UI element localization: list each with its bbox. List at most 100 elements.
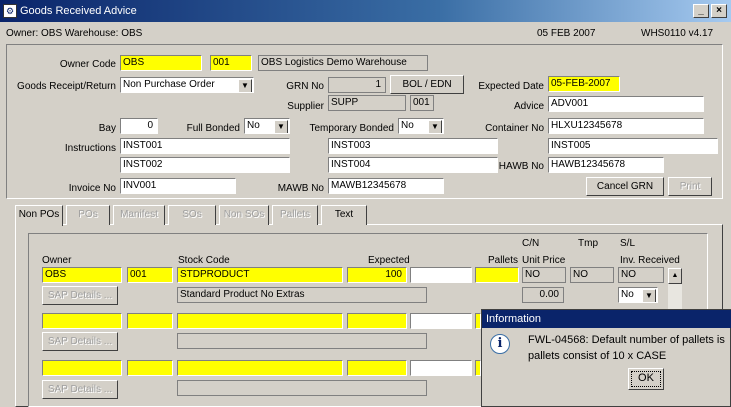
row3-expected-field[interactable] [347,360,407,376]
full-bonded-select[interactable]: No ▼ [244,118,290,134]
row1-sap-details-button[interactable]: SAP Details ... [42,286,118,305]
row1-unit-price-field: 0.00 [522,287,564,303]
dialog-message-line-2: pallets consist of 10 x CASE [528,350,667,362]
tab-text[interactable]: Text [321,205,367,225]
row3-stock-code-field[interactable] [177,360,343,376]
chevron-down-icon[interactable]: ▼ [238,79,252,92]
app-icon: ⚙ [3,4,17,18]
close-button[interactable]: × [711,4,727,18]
tab-pallets[interactable]: Pallets [272,205,318,225]
supplier-field: SUPP [328,95,406,111]
advice-field[interactable]: ADV001 [548,96,704,112]
temporary-bonded-value: No [401,120,414,131]
row3-received-field[interactable] [410,360,472,376]
full-bonded-label: Full Bonded [186,123,240,134]
expected-date-field[interactable]: 05-FEB-2007 [548,76,620,92]
expected-date-label: Expected Date [478,81,544,92]
grn-label: GRN No [286,81,324,92]
row1-owner-suffix-field[interactable]: 001 [127,267,173,283]
information-dialog: Information i FWL-04568: Default number … [481,309,731,407]
chevron-down-icon[interactable]: ▼ [428,120,442,133]
row1-inv-received-value: No [621,289,634,300]
instruction-3-field[interactable]: INST003 [328,138,498,154]
row2-description-field [177,333,427,349]
row1-received-field[interactable] [410,267,472,283]
row2-owner-suffix-field[interactable] [127,313,173,329]
container-no-label: Container No [485,123,544,134]
dialog-ok-button[interactable]: OK [628,368,664,390]
minimize-button[interactable]: _ [693,4,709,18]
row3-sap-details-button[interactable]: SAP Details ... [42,380,118,399]
version-text: WHS0110 v4.17 [641,28,714,39]
row1-sl-field: NO [618,267,664,283]
row2-stock-code-field[interactable] [177,313,343,329]
tab-non-sos[interactable]: Non SOs [219,205,269,225]
owner-code-field[interactable]: OBS [120,55,202,71]
tab-non-pos[interactable]: Non POs [15,205,63,226]
goods-receipt-select[interactable]: Non Purchase Order ▼ [120,77,254,93]
row1-tmp-field: NO [570,267,614,283]
tab-manifest[interactable]: Manifest [113,205,165,225]
window-title-bar: ⚙ Goods Received Advice [0,0,731,22]
print-button[interactable]: Print [668,177,712,196]
goods-receipt-label: Goods Receipt/Return [17,81,116,92]
chevron-down-icon[interactable]: ▼ [642,289,656,302]
row1-inv-received-select[interactable]: No ▼ [618,287,658,303]
chevron-down-icon[interactable]: ▼ [274,120,288,133]
warehouse-name-field: OBS Logistics Demo Warehouse [258,55,428,71]
col-tmp-header: Tmp [578,238,598,249]
row1-cn-field: NO [522,267,566,283]
scroll-up-arrow-icon[interactable]: ▲ [668,268,682,284]
col-stock-code-header: Stock Code [178,255,230,266]
dialog-title: Information [482,310,731,328]
row3-owner-field[interactable] [42,360,122,376]
hawb-no-label: HAWB No [498,161,544,172]
window-title: Goods Received Advice [20,5,137,17]
row2-owner-field[interactable] [42,313,122,329]
owner-warehouse-text: Owner: OBS Warehouse: OBS [6,28,143,39]
row2-expected-field[interactable] [347,313,407,329]
goods-receipt-value: Non Purchase Order [123,79,215,90]
col-pallets-header: Pallets [488,255,519,266]
container-no-field[interactable]: HLXU12345678 [548,118,704,134]
mawb-no-label: MAWB No [277,183,324,194]
instructions-label: Instructions [64,143,116,154]
grn-field: 1 [328,77,386,93]
col-expected-header: Expected [368,255,410,266]
information-icon: i [490,334,510,354]
row1-stock-code-field[interactable]: STDPRODUCT [177,267,343,283]
bay-field[interactable]: 0 [120,118,158,134]
row2-received-field[interactable] [410,313,472,329]
tab-sos[interactable]: SOs [168,205,216,225]
temporary-bonded-label: Temporary Bonded [309,123,395,134]
bay-label: Bay [98,123,116,134]
bol-edn-button[interactable]: BOL / EDN [390,75,464,94]
row2-sap-details-button[interactable]: SAP Details ... [42,332,118,351]
row1-pallets-field[interactable] [475,267,519,283]
col-unit-price-header: Unit Price [522,255,566,266]
instruction-5-field[interactable]: INST005 [548,138,718,154]
col-cn-header: C/N [522,238,540,249]
supplier-code-field: 001 [410,95,434,111]
invoice-no-field[interactable]: INV001 [120,178,236,194]
tab-pos[interactable]: POs [66,205,110,225]
col-inv-received-header: Inv. Received [620,255,680,266]
owner-code-suffix-field[interactable]: 001 [210,55,252,71]
hawb-no-field[interactable]: HAWB12345678 [548,157,664,173]
advice-label: Advice [513,101,544,112]
instruction-1-field[interactable]: INST001 [120,138,290,154]
col-sl-header: S/L [620,238,636,249]
row3-description-field [177,380,427,396]
full-bonded-value: No [247,120,260,131]
dialog-message-line-1: FWL-04568: Default number of pallets is [528,334,725,346]
row3-owner-suffix-field[interactable] [127,360,173,376]
cancel-grn-button[interactable]: Cancel GRN [586,177,664,196]
supplier-label: Supplier [287,101,324,112]
mawb-no-field[interactable]: MAWB12345678 [328,178,444,194]
temporary-bonded-select[interactable]: No ▼ [398,118,444,134]
instruction-2-field[interactable]: INST002 [120,157,290,173]
current-date: 05 FEB 2007 [537,28,596,39]
row1-owner-field[interactable]: OBS [42,267,122,283]
col-owner-header: Owner [42,255,72,266]
row1-expected-field[interactable]: 100 [347,267,407,283]
